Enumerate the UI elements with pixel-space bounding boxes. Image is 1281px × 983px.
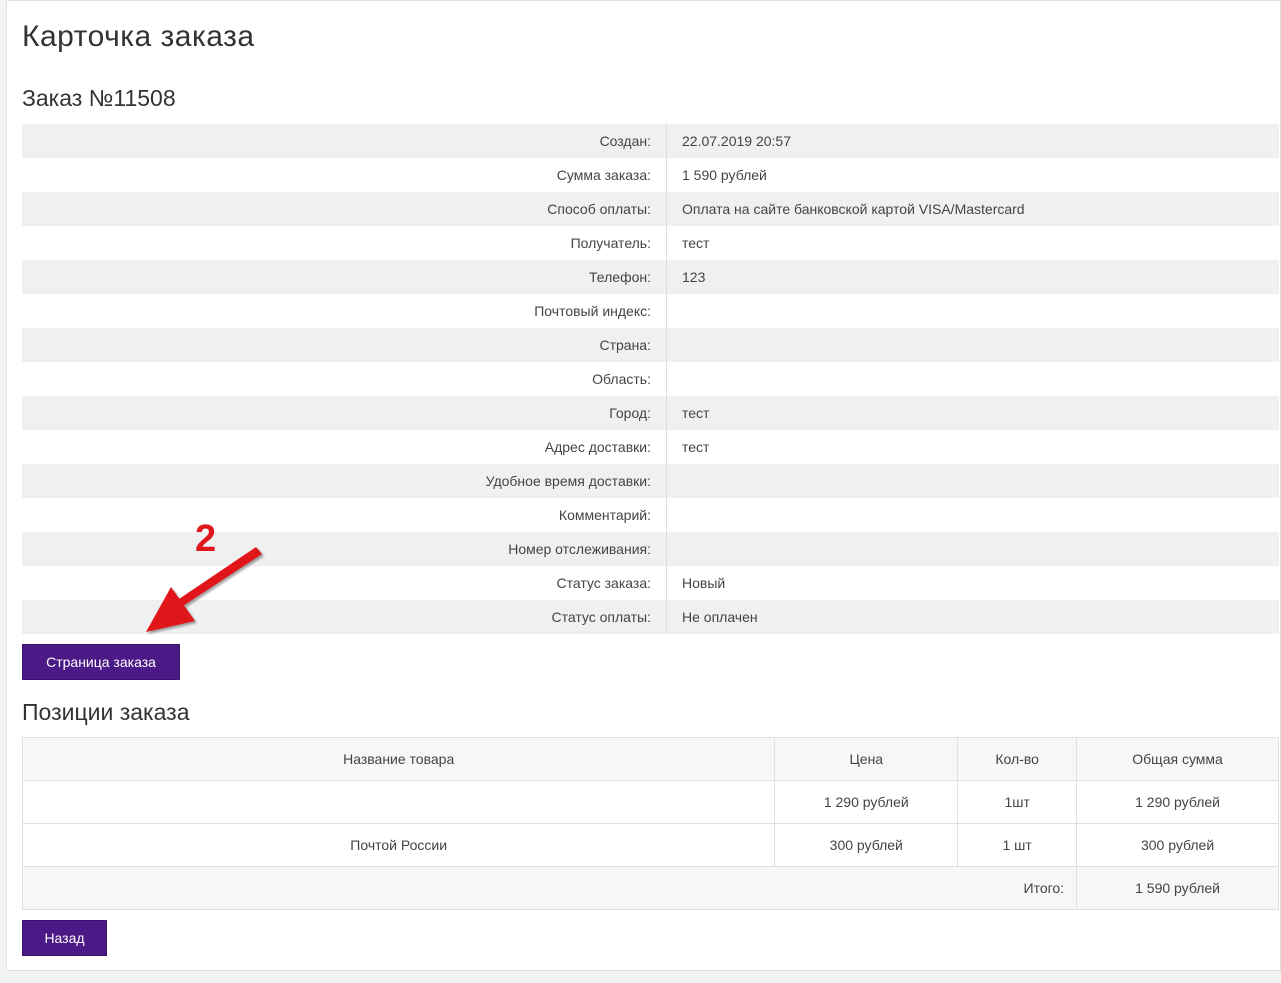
detail-value: тест [682,439,710,455]
detail-value: тест [682,235,710,251]
detail-label: Комментарий: [22,498,667,532]
item-price: 300 рублей [774,823,959,867]
detail-label: Статус заказа: [22,566,667,600]
detail-value: 123 [682,269,706,285]
detail-row-region: Область: [22,362,1279,396]
order-number-title: Заказ №11508 [22,85,176,111]
detail-value [667,532,1280,566]
page-title: Карточка заказа [22,20,255,53]
detail-value: 1 590 рублей [682,167,767,183]
item-quantity: 1 шт [957,823,1078,867]
detail-label: Статус оплаты: [22,600,667,634]
detail-row-recipient: Получатель: тест [22,226,1279,260]
detail-row-payment-status: Статус оплаты: Не оплачен [22,600,1279,634]
column-header-total-sum: Общая сумма [1076,737,1279,781]
total-value: 1 590 рублей [1076,866,1279,910]
total-row: Итого: 1 590 рублей [21,866,1279,910]
detail-row-postal-code: Почтовый индекс: [22,294,1279,328]
detail-label: Способ оплаты: [22,192,667,226]
detail-row-phone: Телефон: 123 [22,260,1279,294]
item-sum: 1 290 рублей [1076,780,1279,824]
order-items-table: Название товара Цена Кол-во Общая сумма … [21,737,1279,910]
detail-row-country: Страна: [22,328,1279,362]
detail-label: Получатель: [22,226,667,260]
column-header-price: Цена [774,737,959,781]
table-row: 1 290 рублей 1шт 1 290 рублей [21,780,1279,824]
column-header-quantity: Кол-во [957,737,1078,781]
detail-row-city: Город: тест [22,396,1279,430]
detail-label: Почтовый индекс: [22,294,667,328]
detail-row-created: Создан: 22.07.2019 20:57 [22,124,1279,158]
detail-value: 22.07.2019 20:57 [682,133,791,149]
detail-row-delivery-address: Адрес доставки: тест [22,430,1279,464]
back-button[interactable]: Назад [22,920,107,956]
detail-label: Номер отслеживания: [22,532,667,566]
detail-value: Не оплачен [682,609,758,625]
detail-label: Удобное время доставки: [22,464,667,498]
detail-value: Новый [682,575,726,591]
detail-value [667,498,1280,532]
detail-value [667,362,1280,396]
item-price: 1 290 рублей [774,780,959,824]
column-header-product-name: Название товара [21,737,776,781]
detail-value: тест [682,405,710,421]
detail-label: Создан: [22,124,667,158]
item-sum: 300 рублей [1076,823,1279,867]
detail-label: Страна: [22,328,667,362]
detail-row-delivery-time: Удобное время доставки: [22,464,1279,498]
detail-row-order-sum: Сумма заказа: 1 590 рублей [22,158,1279,192]
detail-value [667,464,1280,498]
order-page-button[interactable]: Страница заказа [22,644,180,680]
detail-label: Сумма заказа: [22,158,667,192]
detail-label: Область: [22,362,667,396]
total-label: Итого: [21,866,1078,910]
detail-label: Телефон: [22,260,667,294]
item-name [21,780,776,824]
detail-value: Оплата на сайте банковской картой VISA/M… [682,201,1025,217]
annotation-step-number: 2 [195,518,217,560]
order-items-title: Позиции заказа [22,699,190,725]
detail-value [667,294,1280,328]
item-name: Почтой России [21,823,776,867]
detail-row-order-status: Статус заказа: Новый [22,566,1279,600]
detail-row-payment-method: Способ оплаты: Оплата на сайте банковско… [22,192,1279,226]
detail-label: Адрес доставки: [22,430,667,464]
items-header-row: Название товара Цена Кол-во Общая сумма [21,737,1279,781]
item-quantity: 1шт [957,780,1078,824]
detail-value [667,328,1280,362]
table-row: Почтой России 300 рублей 1 шт 300 рублей [21,823,1279,867]
detail-label: Город: [22,396,667,430]
